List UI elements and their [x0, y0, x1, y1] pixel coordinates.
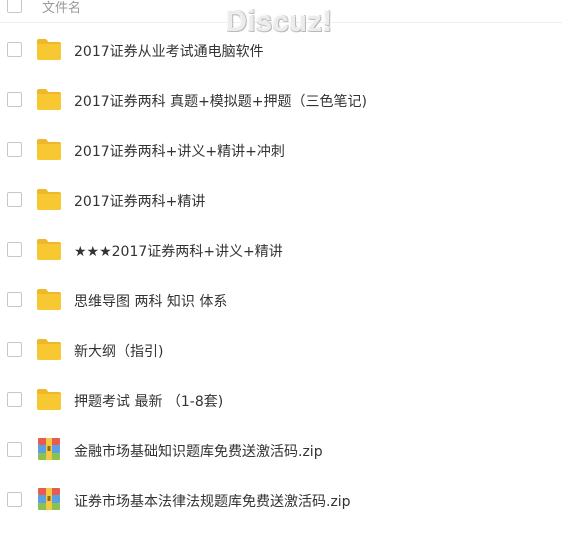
row-checkbox[interactable]	[7, 392, 22, 407]
file-row[interactable]: 思维导图 两科 知识 体系	[0, 275, 562, 325]
row-checkbox[interactable]	[7, 292, 22, 307]
select-all-checkbox[interactable]	[7, 0, 22, 13]
folder-icon	[36, 287, 62, 311]
file-list: 2017证券从业考试通电脑软件 2017证券两科 真题+模拟题+押题（三色笔记) 2…	[0, 25, 562, 525]
file-row[interactable]: 2017证券两科 真题+模拟题+押题（三色笔记)	[0, 75, 562, 125]
folder-icon	[36, 87, 62, 111]
file-name-link[interactable]: 金融市场基础知识题库免费送激活码.zip	[74, 441, 323, 461]
file-name-link[interactable]: 新大纲（指引)	[74, 341, 163, 361]
folder-icon	[36, 337, 62, 361]
file-name-link[interactable]: 2017证券从业考试通电脑软件	[74, 41, 264, 61]
folder-icon	[36, 387, 62, 411]
row-checkbox[interactable]	[7, 192, 22, 207]
file-name-link[interactable]: 2017证券两科+讲义+精讲+冲刺	[74, 141, 285, 161]
file-name-link[interactable]: 思维导图 两科 知识 体系	[74, 291, 227, 311]
file-name-link[interactable]: 2017证券两科+精讲	[74, 191, 205, 211]
file-row[interactable]: 金融市场基础知识题库免费送激活码.zip	[0, 425, 562, 475]
file-name-link[interactable]: ★★★2017证券两科+讲义+精讲	[74, 241, 283, 261]
file-list-page: 文件名 Discuz! 2017证券从业考试通电脑软件 2017证券两科 真题+模…	[0, 0, 562, 542]
row-checkbox[interactable]	[7, 342, 22, 357]
file-row[interactable]: 新大纲（指引)	[0, 325, 562, 375]
row-checkbox[interactable]	[7, 492, 22, 507]
file-name-link[interactable]: 证券市场基本法律法规题库免费送激活码.zip	[74, 491, 351, 511]
folder-icon	[36, 187, 62, 211]
folder-icon	[36, 37, 62, 61]
row-checkbox[interactable]	[7, 442, 22, 457]
file-row[interactable]: 押题考试 最新 （1-8套)	[0, 375, 562, 425]
folder-icon	[36, 237, 62, 261]
zip-archive-icon	[36, 437, 62, 461]
row-checkbox[interactable]	[7, 42, 22, 57]
name-column-header[interactable]: 文件名	[42, 0, 81, 16]
file-name-link[interactable]: 押题考试 最新 （1-8套)	[74, 391, 223, 411]
folder-icon	[36, 137, 62, 161]
zip-archive-icon	[36, 487, 62, 511]
file-name-link[interactable]: 2017证券两科 真题+模拟题+押题（三色笔记)	[74, 91, 367, 111]
file-row[interactable]: 证券市场基本法律法规题库免费送激活码.zip	[0, 475, 562, 525]
row-checkbox[interactable]	[7, 242, 22, 257]
file-row[interactable]: 2017证券两科+讲义+精讲+冲刺	[0, 125, 562, 175]
file-row[interactable]: ★★★2017证券两科+讲义+精讲	[0, 225, 562, 275]
row-checkbox[interactable]	[7, 142, 22, 157]
file-row[interactable]: 2017证券从业考试通电脑软件	[0, 25, 562, 75]
row-checkbox[interactable]	[7, 92, 22, 107]
file-row[interactable]: 2017证券两科+精讲	[0, 175, 562, 225]
